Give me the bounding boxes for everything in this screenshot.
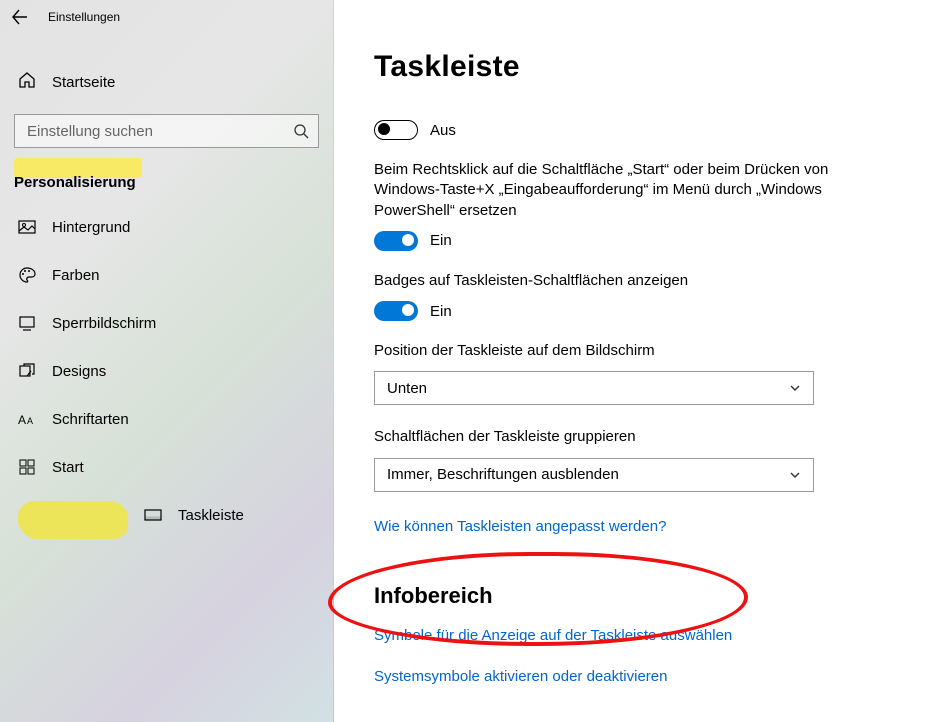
toggle-state-label: Aus — [430, 122, 456, 139]
highlight-taskleiste — [18, 501, 128, 539]
nav-label: Designs — [52, 363, 106, 380]
nav-item-sperrbildschirm[interactable]: Sperrbildschirm — [0, 299, 333, 347]
link-system-icons[interactable]: Systemsymbole aktivieren oder deaktivier… — [374, 668, 667, 685]
chevron-down-icon — [789, 469, 801, 481]
dropdown-value: Unten — [387, 380, 427, 397]
start-icon — [18, 458, 36, 476]
arrow-left-icon — [12, 9, 28, 25]
section-heading-infobereich: Infobereich — [374, 583, 902, 609]
home-link[interactable]: Startseite — [0, 58, 333, 106]
dropdown-label-position: Position der Taskleiste auf dem Bildschi… — [374, 341, 864, 361]
svg-text:A: A — [18, 413, 26, 427]
main-content: Taskleiste Taskleiste bewegt wird Aus Be… — [334, 0, 942, 722]
toggle-row-lock: Aus — [374, 120, 902, 140]
page-heading: Taskleiste — [374, 50, 902, 84]
palette-icon — [18, 266, 36, 284]
setting-desc-badges: Badges auf Taskleisten-Schaltflächen anz… — [374, 271, 864, 291]
nav-item-farben[interactable]: Farben — [0, 251, 333, 299]
picture-icon — [18, 218, 36, 236]
back-button[interactable] — [6, 3, 34, 31]
nav-item-taskleiste[interactable]: Taskleiste — [0, 491, 333, 539]
toggle-row-powershell: Ein — [374, 231, 902, 251]
sidebar: Einstellungen Startseite Personalisierun… — [0, 0, 334, 722]
chevron-down-icon — [789, 382, 801, 394]
dropdown-combine-buttons[interactable]: Immer, Beschriftungen ausblenden — [374, 458, 814, 492]
lockscreen-icon — [18, 314, 36, 332]
truncated-setting-text: Taskleiste bewegt wird — [374, 94, 902, 110]
svg-text:A: A — [27, 416, 33, 426]
window-title: Einstellungen — [48, 10, 120, 24]
nav-item-start[interactable]: Start — [0, 443, 333, 491]
nav-item-hintergrund[interactable]: Hintergrund — [0, 203, 333, 251]
home-icon — [18, 71, 36, 94]
dropdown-taskbar-position[interactable]: Unten — [374, 371, 814, 405]
nav-label: Schriftarten — [52, 411, 129, 428]
toggle-badges[interactable] — [374, 301, 418, 321]
link-select-taskbar-icons[interactable]: Symbole für die Anzeige auf der Taskleis… — [374, 627, 732, 644]
nav-label: Taskleiste — [178, 507, 244, 524]
home-label: Startseite — [52, 74, 115, 91]
dropdown-label-combine: Schaltflächen der Taskleiste gruppieren — [374, 427, 864, 447]
nav-list: Hintergrund Farben Sperrbildschirm Desig… — [0, 203, 333, 539]
setting-desc-powershell: Beim Rechtsklick auf die Schaltfläche „S… — [374, 160, 864, 221]
help-link-customize-taskbar[interactable]: Wie können Taskleisten angepasst werden? — [374, 518, 666, 535]
dropdown-value: Immer, Beschriftungen ausblenden — [387, 466, 619, 483]
titlebar: Einstellungen — [0, 0, 333, 34]
taskbar-icon — [144, 506, 162, 524]
nav-label: Sperrbildschirm — [52, 315, 156, 332]
nav-label: Hintergrund — [52, 219, 130, 236]
toggle-state-label: Ein — [430, 303, 452, 320]
category-heading: Personalisierung — [14, 174, 136, 191]
search-input[interactable] — [14, 114, 319, 148]
nav-label: Farben — [52, 267, 100, 284]
nav-label: Start — [52, 459, 84, 476]
search-container — [14, 114, 319, 148]
toggle-powershell[interactable] — [374, 231, 418, 251]
toggle-state-label: Ein — [430, 232, 452, 249]
nav-item-designs[interactable]: Designs — [0, 347, 333, 395]
themes-icon — [18, 362, 36, 380]
nav-item-schriftarten[interactable]: AA Schriftarten — [0, 395, 333, 443]
toggle-lock-taskbar[interactable] — [374, 120, 418, 140]
font-icon: AA — [18, 410, 36, 428]
toggle-row-badges: Ein — [374, 301, 902, 321]
